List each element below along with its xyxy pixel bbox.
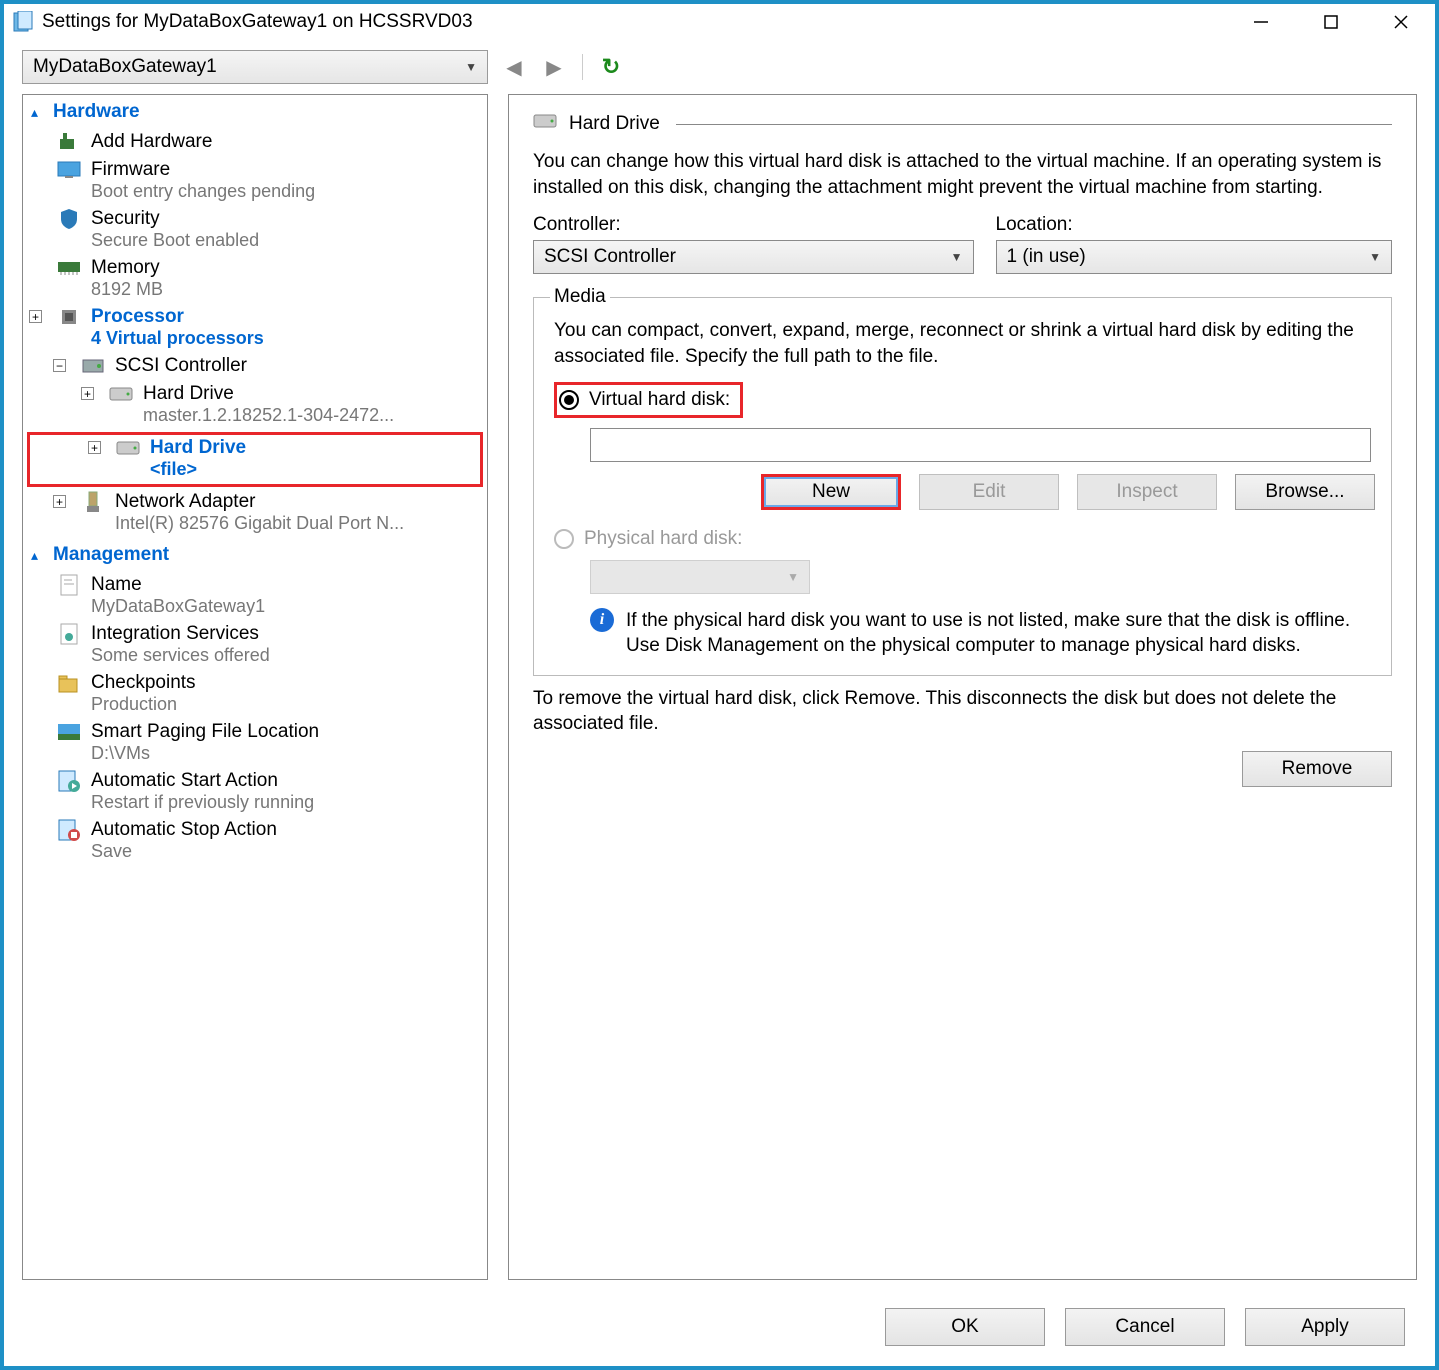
collapse-icon: ▴ bbox=[31, 547, 49, 564]
controller-dropdown[interactable]: SCSI Controller ▼ bbox=[533, 240, 974, 274]
hard-drive-icon bbox=[109, 383, 133, 405]
vhd-radio-highlight: Virtual hard disk: bbox=[554, 382, 743, 418]
add-hardware-icon bbox=[57, 131, 81, 153]
tree-auto-start[interactable]: Automatic Start ActionRestart if previou… bbox=[23, 768, 487, 817]
tree-network-adapter[interactable]: + Network AdapterIntel(R) 82576 Gigabit … bbox=[23, 489, 487, 538]
tree-scsi-controller[interactable]: − SCSI Controller bbox=[23, 353, 487, 381]
media-fieldset: Media You can compact, convert, expand, … bbox=[533, 286, 1392, 676]
highlighted-tree-item: + Hard Drive<file> bbox=[27, 432, 483, 487]
vhd-path-input[interactable] bbox=[590, 428, 1371, 462]
chevron-down-icon: ▼ bbox=[465, 60, 477, 74]
new-button[interactable]: New bbox=[761, 474, 901, 510]
nav-forward-button[interactable]: ▶ bbox=[540, 53, 568, 81]
tree-add-hardware[interactable]: Add Hardware bbox=[23, 129, 487, 157]
chevron-down-icon: ▼ bbox=[951, 250, 963, 264]
info-block: i If the physical hard disk you want to … bbox=[590, 608, 1375, 659]
app-icon bbox=[12, 11, 34, 33]
window-title: Settings for MyDataBoxGateway1 on HCSSRV… bbox=[42, 11, 1247, 33]
info-icon: i bbox=[590, 608, 614, 632]
smart-paging-icon bbox=[57, 721, 81, 743]
hard-drive-icon bbox=[533, 114, 557, 134]
memory-icon bbox=[57, 257, 81, 279]
phd-radio-label: Physical hard disk: bbox=[584, 528, 742, 550]
location-dropdown[interactable]: 1 (in use) ▼ bbox=[996, 240, 1392, 274]
tree-hard-drive-2[interactable]: + Hard Drive<file> bbox=[30, 435, 480, 484]
checkpoints-icon bbox=[57, 672, 81, 694]
settings-tree: ▴ Hardware Add Hardware FirmwareBoot ent… bbox=[22, 94, 488, 1280]
auto-stop-icon bbox=[57, 819, 81, 841]
expand-icon[interactable]: + bbox=[53, 495, 66, 508]
toolbar: MyDataBoxGateway1 ▼ ◀ ▶ ↻ bbox=[4, 40, 1435, 94]
media-legend: Media bbox=[550, 286, 610, 308]
refresh-button[interactable]: ↻ bbox=[597, 53, 625, 81]
location-label: Location: bbox=[996, 214, 1392, 236]
chevron-down-icon: ▼ bbox=[1369, 250, 1381, 264]
detail-panel: Hard Drive You can change how this virtu… bbox=[508, 94, 1417, 1280]
auto-start-icon bbox=[57, 770, 81, 792]
remove-description: To remove the virtual hard disk, click R… bbox=[533, 686, 1392, 737]
inspect-button: Inspect bbox=[1077, 474, 1217, 510]
scsi-icon bbox=[81, 355, 105, 377]
minimize-button[interactable] bbox=[1247, 8, 1275, 36]
expand-icon[interactable]: + bbox=[88, 441, 101, 454]
hard-drive-icon bbox=[116, 437, 140, 459]
hardware-header[interactable]: ▴ Hardware bbox=[23, 95, 487, 129]
media-description: You can compact, convert, expand, merge,… bbox=[550, 318, 1375, 369]
integration-icon bbox=[57, 623, 81, 645]
vm-selector-value: MyDataBoxGateway1 bbox=[33, 56, 217, 78]
firmware-icon bbox=[57, 159, 81, 181]
expand-icon[interactable]: + bbox=[81, 387, 94, 400]
tree-smart-paging[interactable]: Smart Paging File LocationD:\VMs bbox=[23, 719, 487, 768]
collapse-icon[interactable]: − bbox=[53, 359, 66, 372]
physical-disk-dropdown: ▼ bbox=[590, 560, 810, 594]
edit-button: Edit bbox=[919, 474, 1059, 510]
phd-radio bbox=[554, 529, 574, 549]
collapse-icon: ▴ bbox=[31, 104, 49, 121]
close-button[interactable] bbox=[1387, 8, 1415, 36]
cancel-button[interactable]: Cancel bbox=[1065, 1308, 1225, 1346]
name-icon bbox=[57, 574, 81, 596]
tree-processor[interactable]: + Processor4 Virtual processors bbox=[23, 304, 487, 353]
shield-icon bbox=[57, 208, 81, 230]
expand-icon[interactable]: + bbox=[29, 310, 42, 323]
tree-hard-drive-1[interactable]: + Hard Drivemaster.1.2.18252.1-304-2472.… bbox=[23, 381, 487, 430]
dialog-buttons: OK Cancel Apply bbox=[885, 1308, 1405, 1346]
tree-memory[interactable]: Memory8192 MB bbox=[23, 255, 487, 304]
tree-auto-stop[interactable]: Automatic Stop ActionSave bbox=[23, 817, 487, 866]
description-text: You can change how this virtual hard dis… bbox=[533, 149, 1392, 200]
tree-integration-services[interactable]: Integration ServicesSome services offere… bbox=[23, 621, 487, 670]
titlebar: Settings for MyDataBoxGateway1 on HCSSRV… bbox=[4, 4, 1435, 40]
vhd-radio-label: Virtual hard disk: bbox=[589, 389, 730, 411]
processor-icon bbox=[57, 306, 81, 328]
management-header[interactable]: ▴ Management bbox=[23, 538, 487, 572]
ok-button[interactable]: OK bbox=[885, 1308, 1045, 1346]
apply-button[interactable]: Apply bbox=[1245, 1308, 1405, 1346]
maximize-button[interactable] bbox=[1317, 8, 1345, 36]
toolbar-divider bbox=[582, 54, 583, 80]
nav-back-button[interactable]: ◀ bbox=[500, 53, 528, 81]
tree-security[interactable]: SecuritySecure Boot enabled bbox=[23, 206, 487, 255]
section-title: Hard Drive bbox=[533, 113, 1392, 135]
vhd-radio[interactable] bbox=[559, 390, 579, 410]
tree-name[interactable]: NameMyDataBoxGateway1 bbox=[23, 572, 487, 621]
remove-button[interactable]: Remove bbox=[1242, 751, 1392, 787]
browse-button[interactable]: Browse... bbox=[1235, 474, 1375, 510]
controller-label: Controller: bbox=[533, 214, 974, 236]
info-text: If the physical hard disk you want to us… bbox=[626, 608, 1375, 659]
tree-firmware[interactable]: FirmwareBoot entry changes pending bbox=[23, 157, 487, 206]
vm-selector-dropdown[interactable]: MyDataBoxGateway1 ▼ bbox=[22, 50, 488, 84]
network-icon bbox=[81, 491, 105, 513]
tree-checkpoints[interactable]: CheckpointsProduction bbox=[23, 670, 487, 719]
